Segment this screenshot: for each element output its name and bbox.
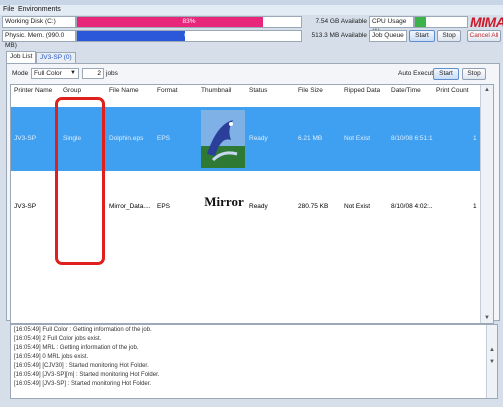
col-file-size[interactable]: File Size bbox=[298, 85, 323, 97]
col-format[interactable]: Format bbox=[157, 85, 178, 97]
log-line: [16:05:49] 2 Full Color jobs exist. bbox=[14, 336, 102, 342]
cell-date-time: 8/10/08 6:51:1... bbox=[391, 135, 433, 142]
col-group[interactable]: Group bbox=[63, 85, 81, 97]
cell-file-size: 6.21 MB bbox=[298, 135, 323, 142]
thumbnail-mirror-text: Mirror bbox=[204, 194, 244, 209]
cancel-all-button[interactable]: Cancel All bbox=[467, 30, 501, 42]
col-print-count[interactable]: Print Count bbox=[436, 85, 469, 97]
cell-date-time: 8/10/08 4:02:... bbox=[391, 203, 433, 210]
cell-ripped-data: Not Exist bbox=[344, 203, 371, 210]
log-vertical-scrollbar[interactable]: ▲ ▼ bbox=[486, 325, 497, 398]
job-queue-label: Job Queue bbox=[369, 30, 407, 42]
cpu-usage-percent: 22% bbox=[434, 18, 448, 25]
log-line: [16:05:49] [JV3-SP] : Started monitoring… bbox=[14, 381, 152, 387]
cpu-usage-label: CPU Usage (1) bbox=[369, 16, 414, 35]
cell-file-name: Mirror_Data.... bbox=[109, 203, 151, 210]
col-thumbnail[interactable]: Thumbnail bbox=[201, 85, 231, 97]
col-printer-name[interactable]: Printer Name bbox=[14, 85, 52, 97]
physic-mem-label: Physic. Mem. (990.0 MB) bbox=[2, 30, 76, 49]
physic-mem-available: 513.3 MB Available bbox=[311, 32, 367, 39]
log-line: [16:05:49] MRL : Getting information of … bbox=[14, 345, 139, 351]
mimaki-logo: MIMAKI bbox=[470, 14, 503, 30]
mode-select-value: Full Color bbox=[34, 70, 62, 77]
chevron-down-icon: ▼ bbox=[70, 70, 76, 76]
col-status[interactable]: Status bbox=[249, 85, 267, 97]
cell-status: Ready bbox=[249, 203, 268, 210]
jobs-label: jobs bbox=[106, 70, 118, 77]
cell-format: EPS bbox=[157, 135, 171, 142]
physic-mem-percent: 0% bbox=[184, 32, 194, 39]
cell-ripped-data: Not Exist bbox=[344, 135, 371, 142]
thumbnail-dolphin-image bbox=[201, 110, 245, 168]
cell-file-name: Dolphin.eps bbox=[109, 135, 144, 142]
log-line: [16:05:49] [JV3-SP][m] : Started monitor… bbox=[14, 372, 160, 378]
group-column-highlight bbox=[55, 97, 105, 265]
scroll-down-icon[interactable]: ▼ bbox=[484, 315, 490, 321]
col-file-name[interactable]: File Name bbox=[109, 85, 139, 97]
cell-format: EPS bbox=[157, 203, 171, 210]
cell-print-count: 1 bbox=[473, 203, 477, 210]
menu-file[interactable]: File bbox=[3, 5, 14, 15]
scroll-up-icon[interactable]: ▲ bbox=[489, 347, 495, 353]
working-disk-label: Working Disk (C:) bbox=[2, 16, 76, 28]
log-line: [16:05:49] [CJV30] : Started monitoring … bbox=[14, 363, 149, 369]
log-panel: [16:05:49] Full Color : Getting informat… bbox=[10, 324, 498, 399]
table-vertical-scrollbar[interactable]: ▲ ▼ bbox=[480, 85, 493, 323]
menu-environments[interactable]: Environments bbox=[18, 5, 61, 15]
working-disk-percent: 83% bbox=[182, 18, 196, 25]
cell-status: Ready bbox=[249, 135, 268, 142]
job-queue-stop-button[interactable]: Stop bbox=[437, 30, 461, 42]
thumbnail-mirror-image: Mirror bbox=[201, 193, 247, 219]
cell-printer: JV3-SP bbox=[14, 203, 37, 210]
cell-print-count: 1 bbox=[473, 135, 477, 142]
mode-select[interactable]: Full Color ▼ bbox=[31, 68, 79, 79]
job-queue-start-button[interactable]: Start bbox=[409, 30, 435, 42]
jobs-count-field: 2 bbox=[82, 68, 104, 79]
scroll-down-icon[interactable]: ▼ bbox=[489, 359, 495, 365]
tab-job-list[interactable]: Job List bbox=[6, 51, 37, 63]
cell-file-size: 280.75 KB bbox=[298, 203, 329, 210]
cell-printer: JV3-SP bbox=[14, 135, 37, 142]
tab-jv3-sp[interactable]: JV3-SP (0) bbox=[36, 52, 76, 63]
log-line: [16:05:49] Full Color : Getting informat… bbox=[14, 327, 152, 333]
working-disk-available: 7.54 GB Available bbox=[315, 18, 367, 25]
menu-bar: File Environments bbox=[0, 5, 503, 15]
mode-label: Mode bbox=[12, 70, 29, 77]
auto-start-button[interactable]: Start bbox=[433, 68, 459, 80]
scroll-up-icon[interactable]: ▲ bbox=[484, 87, 490, 93]
col-date-time[interactable]: Date/Time bbox=[391, 85, 421, 97]
log-line: [16:05:49] 0 MRL jobs exist. bbox=[14, 354, 89, 360]
auto-stop-button[interactable]: Stop bbox=[462, 68, 486, 80]
working-disk-bar: 83% bbox=[76, 16, 302, 28]
cpu-usage-bar: 22% bbox=[414, 16, 468, 28]
physic-mem-bar: 0% bbox=[76, 30, 302, 42]
col-ripped-data[interactable]: Ripped Data bbox=[344, 85, 380, 97]
